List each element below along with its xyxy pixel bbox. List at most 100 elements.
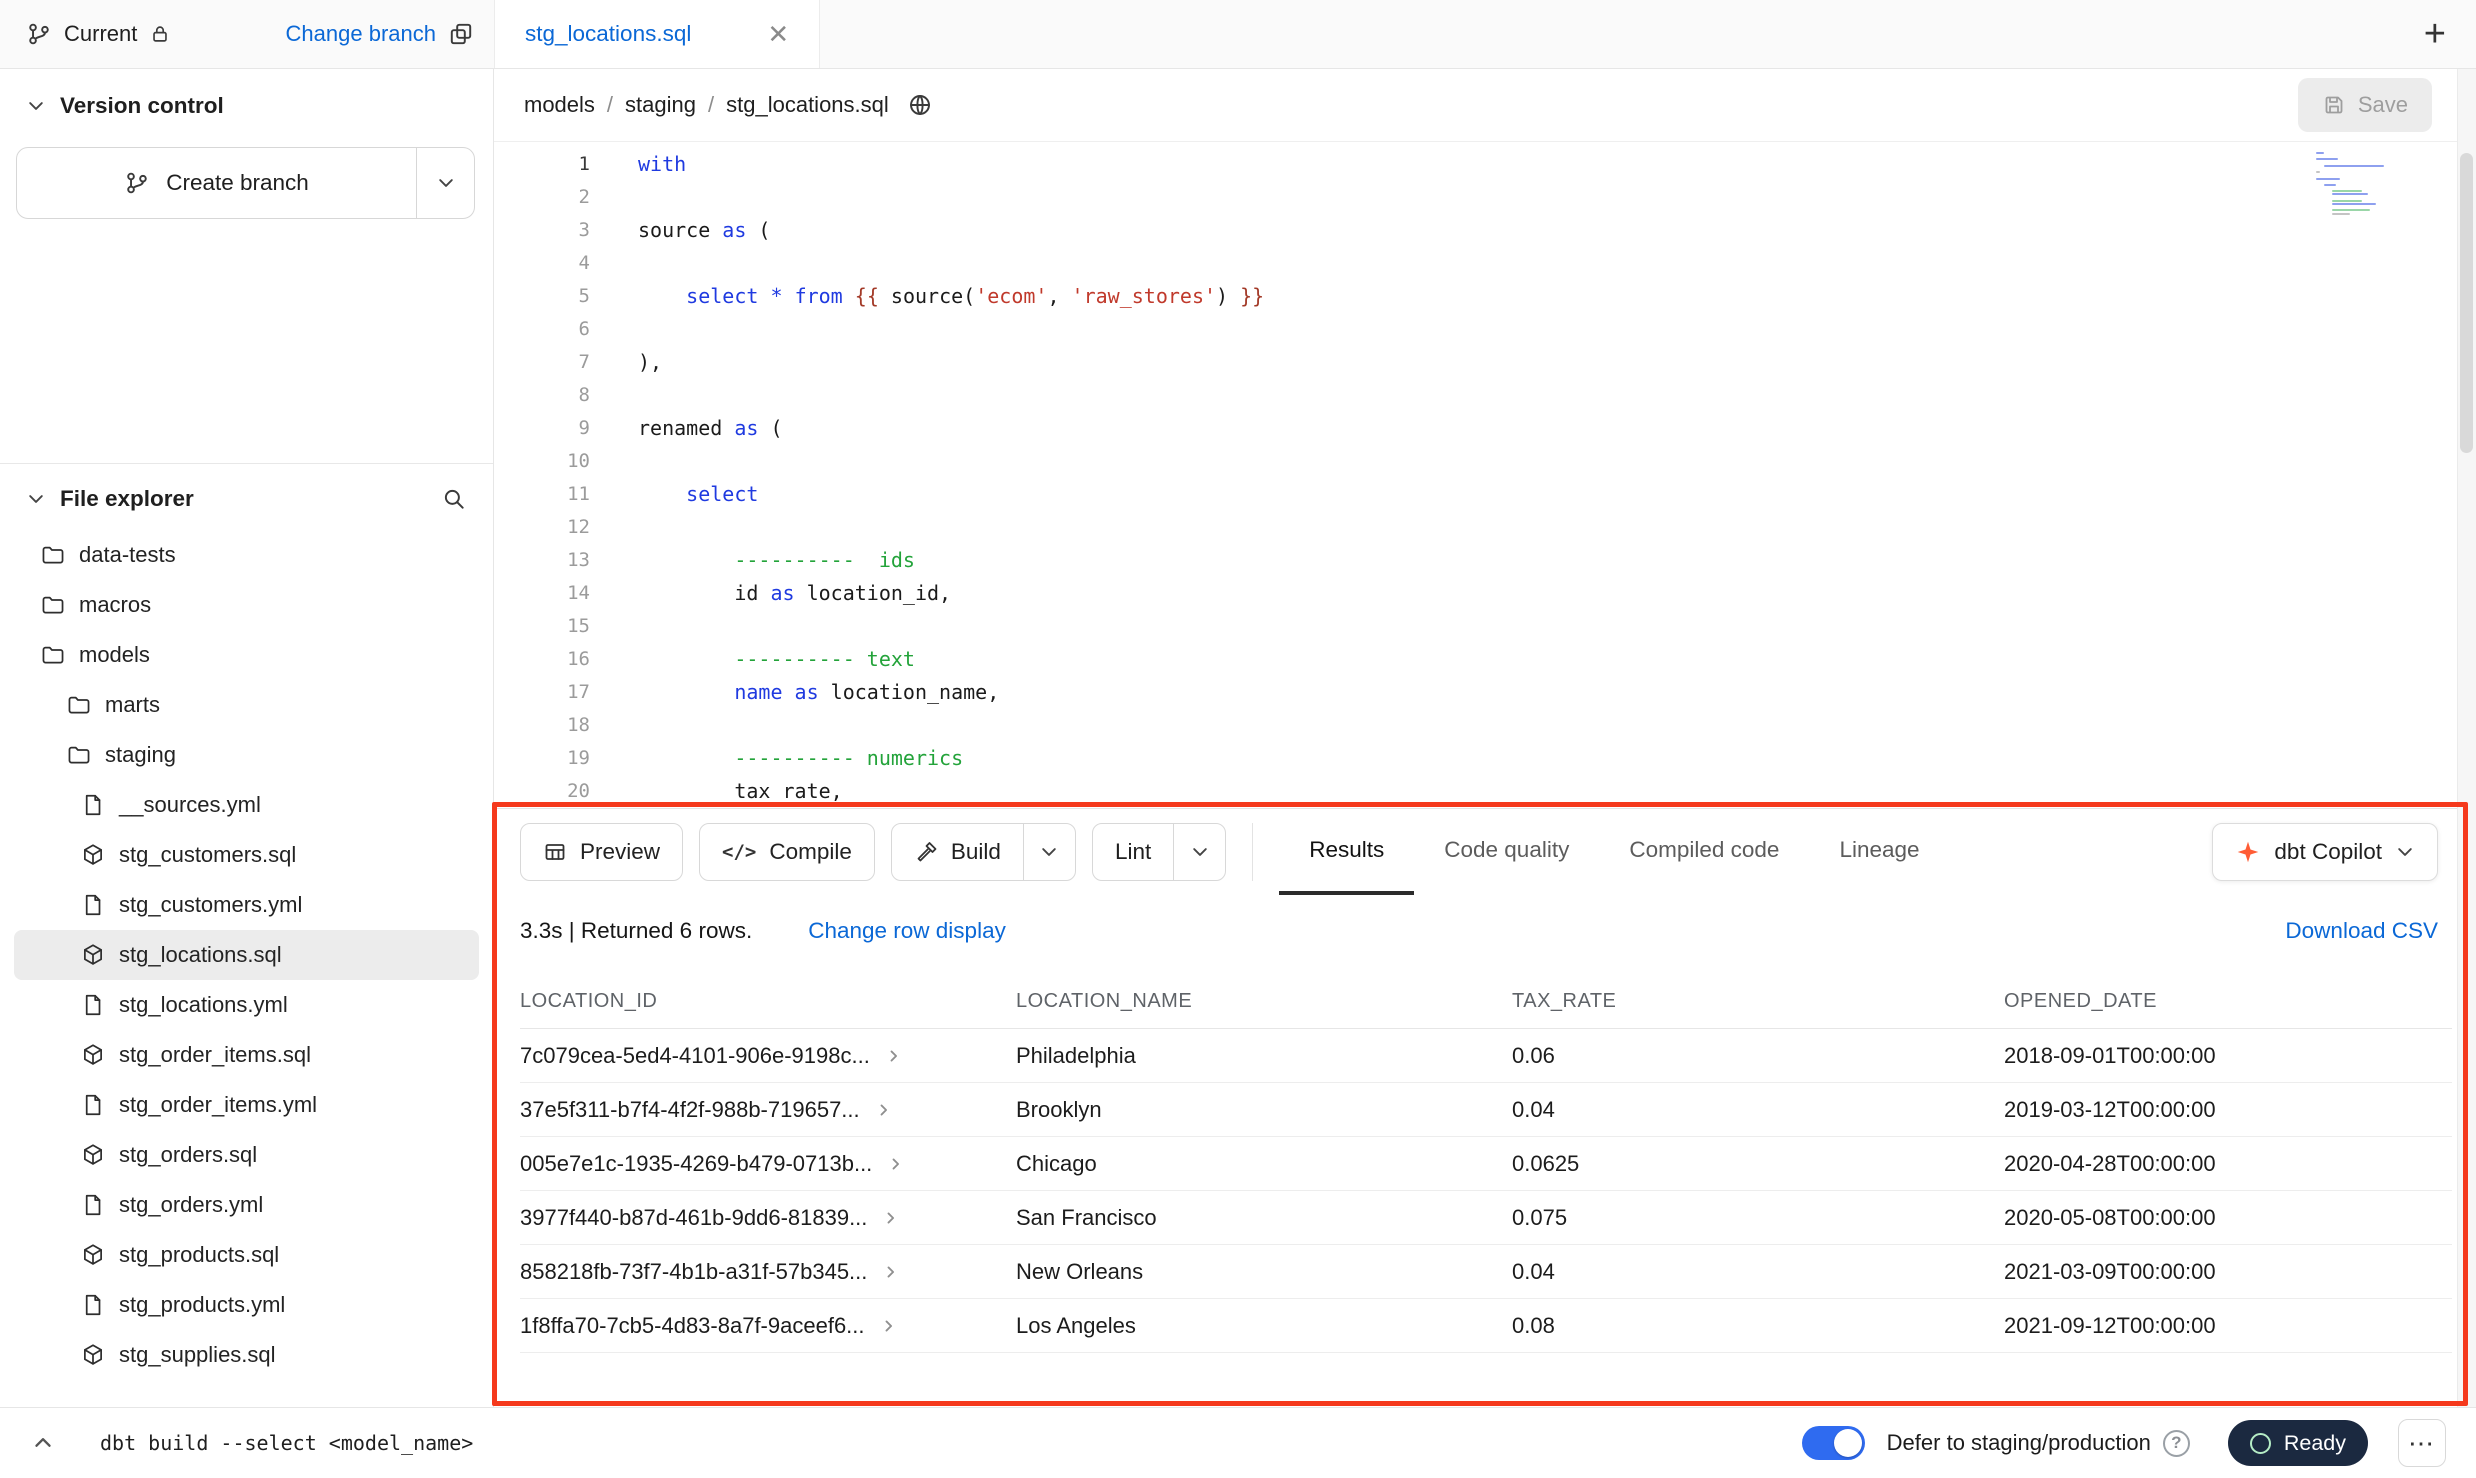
model-file-icon <box>80 1242 106 1268</box>
file-tree-item-__sources.yml[interactable]: __sources.yml <box>14 780 479 830</box>
breadcrumb-item[interactable]: staging <box>625 92 696 118</box>
defer-toggle[interactable] <box>1802 1426 1865 1460</box>
file-tree-item-stg_customers.yml[interactable]: stg_customers.yml <box>14 880 479 930</box>
code-line[interactable]: select <box>638 478 2476 511</box>
expand-cell-icon[interactable] <box>886 1154 906 1174</box>
file-tree-item-stg_orders.sql[interactable]: stg_orders.sql <box>14 1130 479 1180</box>
code-editor[interactable]: 1234567891011121314151617181920 withsour… <box>494 142 2476 808</box>
code-line[interactable]: ---------- text <box>638 643 2476 676</box>
file-name: stg_locations.yml <box>119 992 288 1018</box>
tab-code-quality[interactable]: Code quality <box>1414 809 1599 895</box>
file-tree-item-stg_supplies.sql[interactable]: stg_supplies.sql <box>14 1330 479 1380</box>
tab-lineage[interactable]: Lineage <box>1809 809 1949 895</box>
dbt-copilot-button[interactable]: dbt Copilot <box>2212 823 2438 881</box>
search-icon[interactable] <box>441 486 467 512</box>
file-explorer-section[interactable]: File explorer <box>0 464 493 526</box>
code-line[interactable]: renamed as ( <box>638 412 2476 445</box>
build-button[interactable]: Build <box>892 824 1023 880</box>
file-tree-item-stg_orders.yml[interactable]: stg_orders.yml <box>14 1180 479 1230</box>
table-row: 1f8ffa70-7cb5-4d83-8a7f-9aceef6...Los An… <box>520 1299 2452 1353</box>
column-header-location_id[interactable]: LOCATION_ID <box>520 990 1016 1013</box>
status-badge[interactable]: Ready <box>2228 1420 2368 1466</box>
save-button[interactable]: Save <box>2298 78 2432 132</box>
minimap[interactable] <box>2316 152 2380 216</box>
file-tree-item-stg_order_items.yml[interactable]: stg_order_items.yml <box>14 1080 479 1130</box>
editor-tab-stg-locations[interactable]: stg_locations.sql ✕ <box>494 0 820 68</box>
download-csv-link[interactable]: Download CSV <box>2285 918 2438 944</box>
results-panel: Preview </> Compile Build <box>494 808 2476 1407</box>
code-line[interactable]: select * from {{ source('ecom', 'raw_sto… <box>638 280 2476 313</box>
code-line[interactable]: tax_rate, <box>638 775 2476 808</box>
expand-cell-icon[interactable] <box>879 1316 899 1336</box>
expand-cell-icon[interactable] <box>884 1046 904 1066</box>
code-line[interactable]: ---------- ids <box>638 544 2476 577</box>
file-tree-item-staging[interactable]: staging <box>14 730 479 780</box>
command-text[interactable]: dbt build --select <model_name> <box>100 1431 473 1455</box>
preview-button[interactable]: Preview <box>520 823 683 881</box>
create-branch-button[interactable]: Create branch <box>17 148 416 218</box>
version-control-section[interactable]: Version control <box>0 69 493 119</box>
create-branch-dropdown[interactable] <box>416 148 474 218</box>
build-dropdown[interactable] <box>1023 824 1075 880</box>
code-line[interactable] <box>638 181 2476 214</box>
file-tree-item-marts[interactable]: marts <box>14 680 479 730</box>
cell: Chicago <box>1016 1151 1512 1177</box>
code-line[interactable]: source as ( <box>638 214 2476 247</box>
yml-file-icon <box>80 792 106 818</box>
expand-cell-icon[interactable] <box>881 1208 901 1228</box>
lint-button[interactable]: Lint <box>1093 824 1173 880</box>
docs-link-icon[interactable] <box>907 92 933 118</box>
line-number: 1 <box>579 148 590 181</box>
code-line[interactable]: id as location_id, <box>638 577 2476 610</box>
breadcrumb-item[interactable]: models <box>524 92 595 118</box>
breadcrumb: models/staging/stg_locations.sql <box>524 92 889 118</box>
code-line[interactable] <box>638 610 2476 643</box>
code-line[interactable] <box>638 511 2476 544</box>
help-icon[interactable]: ? <box>2163 1430 2190 1457</box>
scrollbar-thumb[interactable] <box>2460 153 2473 453</box>
new-tab-icon[interactable]: + <box>2424 15 2446 53</box>
file-tree-item-stg_products.yml[interactable]: stg_products.yml <box>14 1280 479 1330</box>
git-branch-icon <box>26 21 52 47</box>
file-tree-item-stg_locations.yml[interactable]: stg_locations.yml <box>14 980 479 1030</box>
code-line[interactable] <box>638 445 2476 478</box>
breadcrumb-item[interactable]: stg_locations.sql <box>726 92 889 118</box>
code-line[interactable] <box>638 379 2476 412</box>
compile-button[interactable]: </> Compile <box>699 823 875 881</box>
change-row-display-link[interactable]: Change row display <box>808 918 1006 944</box>
file-tree-item-stg_customers.sql[interactable]: stg_customers.sql <box>14 830 479 880</box>
file-tree-item-data-tests[interactable]: data-tests <box>14 530 479 580</box>
code-line[interactable] <box>638 709 2476 742</box>
code-line[interactable]: ), <box>638 346 2476 379</box>
file-tree-item-stg_order_items.sql[interactable]: stg_order_items.sql <box>14 1030 479 1080</box>
column-header-tax_rate[interactable]: TAX_RATE <box>1512 990 2004 1013</box>
column-header-location_name[interactable]: LOCATION_NAME <box>1016 990 1512 1013</box>
expand-cell-icon[interactable] <box>881 1262 901 1282</box>
file-tree-item-models[interactable]: models <box>14 630 479 680</box>
code-content[interactable]: with source as ( select * from {{ source(… <box>598 148 2476 808</box>
copy-icon[interactable] <box>448 21 474 47</box>
code-line[interactable]: ---------- numerics <box>638 742 2476 775</box>
code-line[interactable] <box>638 247 2476 280</box>
tab-compiled-code[interactable]: Compiled code <box>1599 809 1809 895</box>
change-branch-link[interactable]: Change branch <box>286 21 436 47</box>
panel-tabs: ResultsCode qualityCompiled codeLineage <box>1279 809 1949 895</box>
minimap-line <box>2316 174 2380 176</box>
code-line[interactable]: name as location_name, <box>638 676 2476 709</box>
line-number: 8 <box>579 379 590 412</box>
collapse-panel-icon[interactable] <box>30 1430 56 1456</box>
line-number: 5 <box>579 280 590 313</box>
file-tree-item-macros[interactable]: macros <box>14 580 479 630</box>
more-options-button[interactable]: ⋯ <box>2398 1419 2446 1467</box>
column-header-opened_date[interactable]: OPENED_DATE <box>2004 990 2452 1013</box>
close-tab-icon[interactable]: ✕ <box>767 21 789 47</box>
file-tree-item-stg_products.sql[interactable]: stg_products.sql <box>14 1230 479 1280</box>
code-line[interactable] <box>638 313 2476 346</box>
expand-cell-icon[interactable] <box>874 1100 894 1120</box>
tab-results[interactable]: Results <box>1279 809 1414 895</box>
vertical-scrollbar[interactable] <box>2457 69 2476 1407</box>
lint-dropdown[interactable] <box>1173 824 1225 880</box>
code-line[interactable]: with <box>638 148 2476 181</box>
file-tree-item-stg_locations.sql[interactable]: stg_locations.sql <box>14 930 479 980</box>
current-branch-label[interactable]: Current <box>64 21 137 47</box>
